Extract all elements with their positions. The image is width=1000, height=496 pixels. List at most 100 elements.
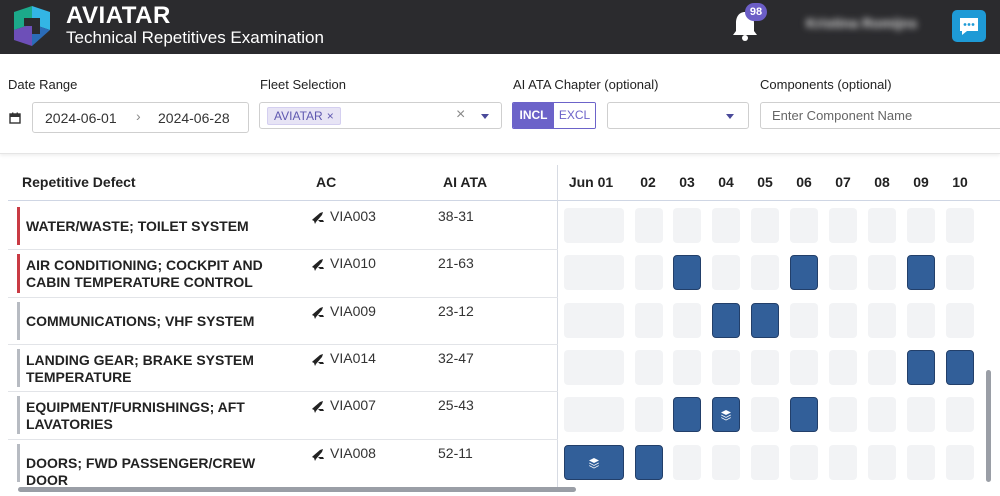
empty-day-cell <box>868 255 896 291</box>
chevron-down-icon[interactable] <box>481 114 489 119</box>
empty-day-cell <box>946 444 974 480</box>
defect-occurrence-cell[interactable] <box>790 397 818 433</box>
empty-day-cell <box>946 255 974 291</box>
fleet-select[interactable]: AVIATAR × × <box>259 102 502 129</box>
excl-toggle-button[interactable]: EXCL <box>554 103 595 128</box>
empty-day-cell <box>564 208 624 243</box>
empty-day-cell <box>907 302 935 338</box>
defect-name[interactable]: LANDING GEAR; BRAKE SYSTEM TEMPERATURE <box>26 352 286 386</box>
defect-occurrence-cell[interactable] <box>946 349 974 385</box>
row-divider <box>8 249 558 251</box>
defect-occurrence-cell[interactable] <box>673 397 701 433</box>
empty-day-cell <box>635 208 663 243</box>
column-header-ac[interactable]: AC <box>316 174 336 190</box>
aircraft-id[interactable]: VIA008 <box>330 445 376 461</box>
defect-occurrence-cell[interactable] <box>564 444 624 480</box>
defect-name[interactable]: DOORS; FWD PASSENGER/CREW DOOR <box>26 455 286 489</box>
empty-day-cell <box>829 397 857 433</box>
ata-code: 23-12 <box>438 302 474 319</box>
date-from-value[interactable]: 2024-06-01 <box>45 110 117 126</box>
empty-day-cell <box>868 397 896 433</box>
severity-indicator <box>17 207 20 246</box>
empty-day-cell <box>829 349 857 385</box>
ata-chapter-select[interactable] <box>607 102 749 129</box>
fleet-chip[interactable]: AVIATAR × <box>267 107 341 125</box>
defect-occurrence-cell[interactable] <box>751 302 779 338</box>
aviatar-logo-icon[interactable] <box>10 4 54 48</box>
empty-day-cell <box>907 444 935 480</box>
aircraft-icon <box>312 400 326 414</box>
date-to-value[interactable]: 2024-06-28 <box>158 110 230 126</box>
layers-icon <box>720 408 732 421</box>
components-label: Components (optional) <box>760 77 892 92</box>
component-name-input[interactable] <box>760 102 1000 129</box>
empty-day-cell <box>907 208 935 243</box>
empty-day-cell <box>673 208 701 243</box>
aircraft-id[interactable]: VIA003 <box>330 208 376 224</box>
chevron-down-icon[interactable] <box>726 114 734 119</box>
empty-day-cell <box>673 349 701 385</box>
clear-selection-icon[interactable]: × <box>456 106 465 124</box>
severity-indicator <box>17 254 20 293</box>
user-name[interactable]: Kristina Romijns <box>806 15 917 31</box>
header-divider <box>8 200 1000 201</box>
empty-day-cell <box>673 444 701 480</box>
defect-name[interactable]: EQUIPMENT/FURNISHINGS; AFT LAVATORIES <box>26 399 286 433</box>
aircraft-id[interactable]: VIA010 <box>330 255 376 271</box>
row-divider <box>8 343 558 345</box>
empty-day-cell <box>829 444 857 480</box>
ata-chapter-label: AI ATA Chapter (optional) <box>513 77 659 92</box>
defect-occurrence-cell[interactable] <box>712 397 740 433</box>
empty-day-cell <box>712 255 740 291</box>
app-header: AVIATAR Technical Repetitives Examinatio… <box>0 0 1000 54</box>
aircraft-icon <box>312 211 326 225</box>
ata-code: 25-43 <box>438 397 474 414</box>
empty-day-cell <box>564 397 624 433</box>
incl-excl-toggle: INCL EXCL <box>512 102 596 129</box>
empty-day-cell <box>712 444 740 480</box>
row-divider <box>8 438 558 440</box>
empty-day-cell <box>751 208 779 243</box>
column-header-ata[interactable]: AI ATA <box>443 174 487 190</box>
filter-panel: Date Range 2024-06-01 › 2024-06-28 Fleet… <box>0 54 1000 154</box>
vertical-scrollbar[interactable] <box>986 370 991 482</box>
aircraft-icon <box>312 306 326 320</box>
incl-toggle-button[interactable]: INCL <box>513 103 554 128</box>
aircraft-icon <box>312 448 326 462</box>
aircraft-id[interactable]: VIA009 <box>330 303 376 319</box>
chat-icon <box>960 18 978 35</box>
defect-occurrence-cell[interactable] <box>907 349 935 385</box>
aircraft-id[interactable]: VIA007 <box>330 397 376 413</box>
date-separator-icon: › <box>136 108 141 124</box>
defect-name[interactable]: WATER/WASTE; TOILET SYSTEM <box>26 218 286 235</box>
chip-remove-icon[interactable]: × <box>327 109 334 123</box>
date-range-picker[interactable]: 2024-06-01 › 2024-06-28 <box>32 102 249 133</box>
empty-day-cell <box>751 397 779 433</box>
column-header-defect[interactable]: Repetitive Defect <box>22 174 136 190</box>
defect-occurrence-cell[interactable] <box>907 255 935 291</box>
layers-icon <box>588 456 600 468</box>
defect-occurrence-cell[interactable] <box>673 255 701 291</box>
empty-day-cell <box>790 349 818 385</box>
aircraft-id[interactable]: VIA014 <box>330 350 376 366</box>
empty-day-cell <box>829 208 857 243</box>
severity-indicator <box>17 396 20 435</box>
defect-name[interactable]: AIR CONDITIONING; COCKPIT AND CABIN TEMP… <box>26 257 286 291</box>
empty-day-cell <box>712 349 740 385</box>
defect-occurrence-cell[interactable] <box>635 444 663 480</box>
empty-day-cell <box>635 349 663 385</box>
empty-day-cell <box>829 255 857 291</box>
empty-day-cell <box>907 397 935 433</box>
defect-occurrence-cell[interactable] <box>790 255 818 291</box>
calendar-icon[interactable] <box>9 112 21 124</box>
notification-count-badge: 98 <box>745 3 767 21</box>
date-column-header: 10 <box>952 174 968 190</box>
empty-day-cell <box>946 302 974 338</box>
empty-day-cell <box>946 397 974 433</box>
defect-name[interactable]: COMMUNICATIONS; VHF SYSTEM <box>26 313 286 330</box>
row-divider <box>8 391 558 393</box>
horizontal-scrollbar[interactable] <box>18 487 576 492</box>
brand-name: AVIATAR <box>66 2 171 29</box>
defect-occurrence-cell[interactable] <box>712 302 740 338</box>
chat-button[interactable] <box>952 10 986 42</box>
